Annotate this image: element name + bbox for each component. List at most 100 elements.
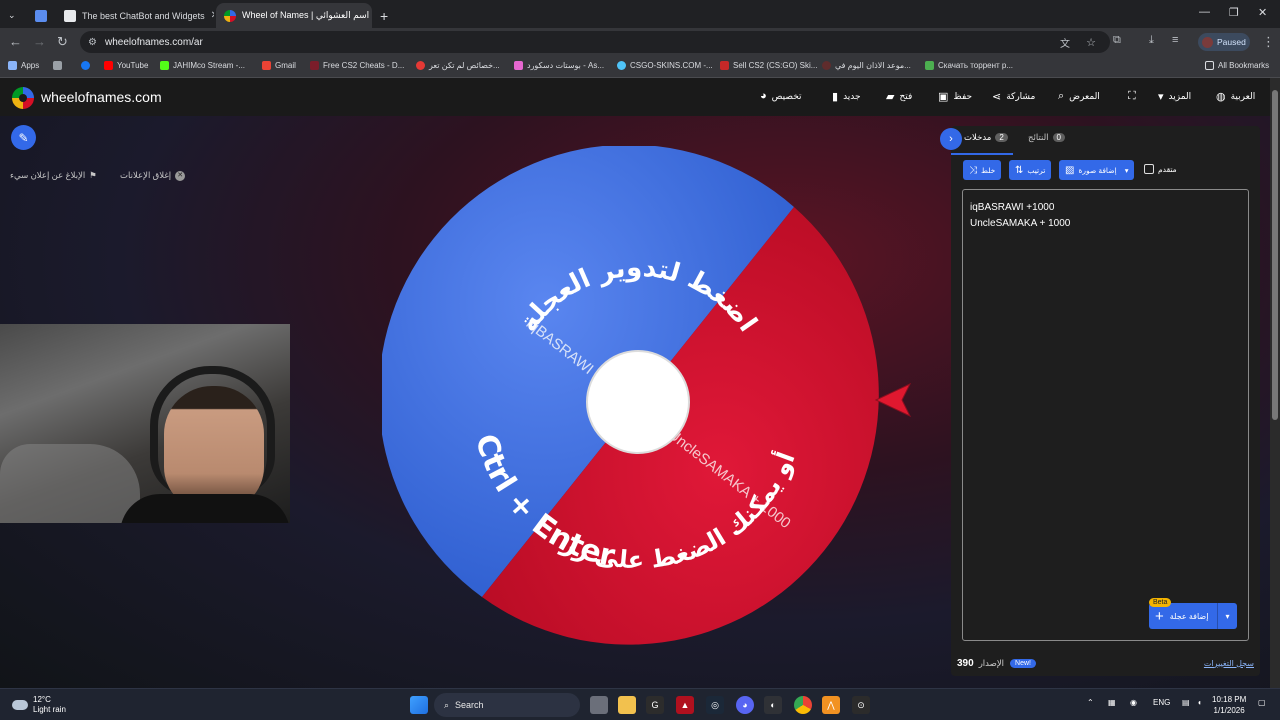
menu-save[interactable]: ▣ حفظ bbox=[938, 90, 972, 103]
forward-icon[interactable]: → bbox=[33, 34, 46, 49]
minimize-icon[interactable]: — bbox=[1199, 6, 1210, 18]
add-image-button[interactable]: ▨ إضافة صورة ▾ bbox=[1059, 160, 1135, 180]
wheel-center[interactable] bbox=[586, 350, 690, 454]
menu-kebab-icon[interactable]: ⋮ bbox=[1262, 34, 1275, 50]
menu-gallery[interactable]: ⌕ المعرض bbox=[1058, 90, 1100, 103]
address-bar[interactable]: ⚙ wheelofnames.com/ar 文 ☆ bbox=[80, 31, 1110, 53]
bookmark-cs2-cheats[interactable]: Free CS2 Cheats - D... bbox=[310, 61, 404, 70]
changelog-link[interactable]: سجل التغييرات bbox=[1204, 659, 1254, 668]
menu-customize[interactable]: ◕ تخصيص bbox=[760, 90, 802, 102]
bookmark-discord-posts[interactable]: بوستات دسكورد - As... bbox=[514, 61, 604, 70]
taskbar-search[interactable]: ⌕ Search bbox=[434, 693, 580, 717]
streamer-face bbox=[164, 386, 264, 511]
menu-label: المزيد bbox=[1168, 91, 1192, 101]
close-window-icon[interactable]: ✕ bbox=[1258, 6, 1267, 19]
scrollbar-thumb[interactable] bbox=[1272, 90, 1278, 420]
back-icon[interactable]: ← bbox=[9, 34, 22, 49]
network-icon[interactable]: ▤ bbox=[1182, 698, 1190, 707]
system-clock[interactable]: 10:18 PM 1/1/2026 bbox=[1212, 694, 1246, 716]
fullscreen-button[interactable]: ⛶ bbox=[1128, 90, 1136, 103]
app-icon[interactable]: G bbox=[646, 696, 664, 714]
close-ads-link[interactable]: إغلاق الإعلانات ✕ bbox=[120, 170, 186, 181]
menu-more[interactable]: ▾ المزيد bbox=[1158, 90, 1191, 103]
app-orange-icon[interactable]: ⋀ bbox=[822, 696, 840, 714]
steam-icon[interactable]: ◎ bbox=[706, 696, 724, 714]
task-view-icon[interactable] bbox=[590, 696, 608, 714]
site-info-icon[interactable]: ⚙ bbox=[88, 37, 97, 48]
tab-entries[interactable]: مدخلات 2 bbox=[964, 132, 1008, 143]
microphone-icon[interactable]: ◉ bbox=[1130, 698, 1137, 707]
tab-wheel-of-names[interactable]: Wheel of Names | اسم العشوائي ✕ bbox=[216, 3, 372, 28]
file-explorer-icon[interactable] bbox=[618, 696, 636, 714]
bookmark-apps[interactable]: Apps bbox=[8, 61, 39, 70]
language-indicator[interactable]: ENG bbox=[1153, 698, 1170, 707]
menu-share[interactable]: ⋖ مشاركة bbox=[992, 90, 1035, 103]
bookmark-label: Apps bbox=[21, 61, 40, 70]
tab-label: النتائج bbox=[1028, 132, 1049, 142]
reload-icon[interactable]: ↻ bbox=[57, 34, 68, 50]
advanced-toggle[interactable]: متقدم bbox=[1144, 164, 1177, 174]
translate-icon[interactable]: 文 bbox=[1060, 35, 1070, 50]
wheel[interactable]: iqBASRAWI +1000 UncleSAMAKA + 1000 اضغط … bbox=[378, 144, 894, 658]
media-icon[interactable]: ≡ bbox=[1172, 34, 1178, 46]
windows-start-icon[interactable] bbox=[410, 696, 428, 714]
wheel-svg[interactable]: iqBASRAWI +1000 UncleSAMAKA + 1000 اضغط … bbox=[378, 144, 894, 658]
tab-label: مدخلات bbox=[964, 132, 992, 142]
gmail-icon bbox=[262, 61, 271, 70]
obs-icon[interactable]: ⊙ bbox=[852, 696, 870, 714]
app-red-icon[interactable]: ▲ bbox=[676, 696, 694, 714]
site-title[interactable]: wheelofnames.com bbox=[41, 89, 162, 105]
menu-open[interactable]: ▰ فتح bbox=[886, 90, 912, 103]
tab-pinned[interactable] bbox=[30, 3, 52, 28]
volume-icon[interactable]: ◖ bbox=[1197, 698, 1202, 707]
close-icon[interactable]: ✕ bbox=[211, 10, 214, 21]
tab-search-button[interactable]: ⌄ bbox=[4, 3, 22, 28]
bookmark-facebook[interactable] bbox=[81, 61, 90, 70]
edit-wheel-button[interactable]: ✎ bbox=[11, 125, 36, 150]
bookmark-features[interactable]: خصائص لم تكن تعر... bbox=[416, 61, 500, 70]
bookmark-label: YouTube bbox=[117, 61, 149, 70]
caret-down-icon[interactable]: ▾ bbox=[1217, 603, 1237, 629]
restore-icon[interactable]: ❐ bbox=[1229, 6, 1239, 19]
site-icon bbox=[720, 61, 729, 70]
bookmark-label: CSGO-SKINS.COM -... bbox=[630, 61, 713, 70]
entries-textarea[interactable]: iqBASRAWI +1000 UncleSAMAKA + 1000 bbox=[962, 189, 1249, 641]
notifications-icon[interactable]: ▢ bbox=[1258, 698, 1266, 707]
diamond-icon bbox=[64, 9, 76, 22]
tray-app-icon[interactable]: ▦ bbox=[1108, 698, 1116, 707]
tray-chevron-up-icon[interactable]: ⌃ bbox=[1087, 698, 1094, 707]
bookmark-youtube[interactable]: YouTube bbox=[104, 61, 148, 70]
tab-chatbot[interactable]: The best ChatBot and Widgets ✕ bbox=[56, 3, 214, 28]
sort-button[interactable]: ⇅ ترتيب bbox=[1009, 160, 1052, 180]
download-icon[interactable]: ⤓ bbox=[1149, 34, 1154, 47]
chrome-icon[interactable] bbox=[794, 696, 812, 714]
bookmark-sell-cs2[interactable]: Sell CS2 (CS:GO) Ski... bbox=[720, 61, 817, 70]
bookmark-tab-groups[interactable] bbox=[53, 61, 62, 70]
profile-button[interactable]: Paused bbox=[1198, 33, 1250, 51]
chat-app-icon[interactable]: ◐ bbox=[764, 696, 782, 714]
bookmark-csgo-skins[interactable]: CSGO-SKINS.COM -... bbox=[617, 61, 713, 70]
all-bookmarks[interactable]: All Bookmarks bbox=[1205, 61, 1269, 70]
site-icon bbox=[310, 61, 319, 70]
palette-icon: ◕ bbox=[760, 90, 767, 102]
menu-language[interactable]: ◍ العربية bbox=[1216, 90, 1255, 103]
folder-open-icon: ▰ bbox=[886, 91, 895, 103]
bookmark-prayer-times[interactable]: موعد الاذان اليوم في... bbox=[822, 61, 911, 70]
collapse-panel-button[interactable]: › bbox=[940, 128, 962, 150]
shuffle-button[interactable]: ⤨ خلط bbox=[963, 160, 1002, 180]
new-tab-button[interactable]: + bbox=[376, 3, 394, 28]
report-ad-link[interactable]: الإبلاغ عن إعلان سيء ⚑ bbox=[10, 170, 97, 181]
bookmark-torrent[interactable]: Скачать торрент р... bbox=[925, 61, 1013, 70]
page-scrollbar[interactable] bbox=[1270, 78, 1280, 688]
search-icon: ⌕ bbox=[444, 699, 450, 710]
bookmark-gmail[interactable]: Gmail bbox=[262, 61, 296, 70]
bookmark-kick[interactable]: JAHIMco Stream -... bbox=[160, 61, 245, 70]
weather-widget[interactable]: 12°C Light rain bbox=[12, 695, 66, 715]
discord-icon[interactable]: ◕ bbox=[736, 696, 754, 714]
tab-results[interactable]: النتائج 0 bbox=[1028, 132, 1065, 143]
menu-new[interactable]: ▮ جديد bbox=[832, 90, 861, 103]
extensions-icon[interactable]: ⧉ bbox=[1113, 34, 1121, 47]
bookmark-star-icon[interactable]: ☆ bbox=[1086, 36, 1096, 49]
advanced-checkbox[interactable] bbox=[1144, 164, 1154, 174]
wheel-logo-icon[interactable] bbox=[12, 87, 34, 109]
